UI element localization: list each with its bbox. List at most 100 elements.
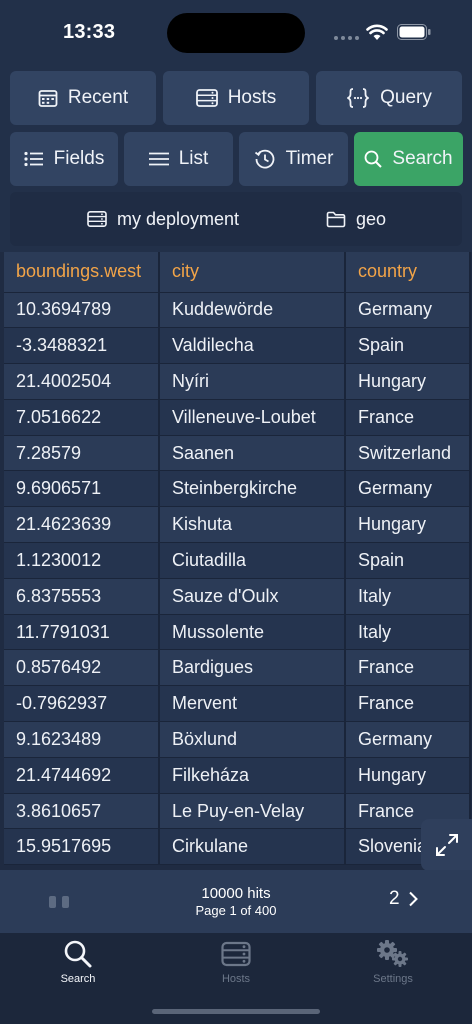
braces-icon <box>347 88 369 108</box>
column-header[interactable]: city <box>159 252 346 293</box>
table-cell: Germany <box>345 470 471 508</box>
table-cell: France <box>345 649 471 687</box>
table-cell: Italy <box>345 578 471 615</box>
table-row[interactable]: 21.4623639 Kishuta Hungary <box>4 506 471 544</box>
table-cell: Mussolente <box>159 614 346 651</box>
table-cell: 1.1230012 <box>4 542 160 579</box>
fields-label: Fields <box>53 148 105 169</box>
status-bar: 13:33 <box>0 0 472 64</box>
table-row[interactable]: 9.6906571 Steinbergkirche Germany <box>4 470 471 508</box>
table-cell: 15.9517695 <box>4 828 160 866</box>
table-cell: 3.8610657 <box>4 793 160 830</box>
timer-label: Timer <box>285 148 334 169</box>
table-cell: -0.7962937 <box>4 685 160 723</box>
hosts-button[interactable]: Hosts <box>163 71 309 125</box>
deployment-selector[interactable]: my deployment <box>87 192 239 246</box>
table-cell: Bardigues <box>159 649 346 687</box>
index-selector[interactable]: geo <box>326 192 386 246</box>
tab-search[interactable]: Search <box>18 939 138 985</box>
recent-button[interactable]: Recent <box>10 71 156 125</box>
query-label: Query <box>380 87 432 108</box>
table-header-row: boundings.west city country <box>4 252 471 293</box>
status-time: 13:33 <box>63 21 116 43</box>
expand-icon <box>435 834 458 856</box>
tab-search-label: Search <box>60 973 96 985</box>
tab-settings-label: Settings <box>373 973 413 985</box>
search-button[interactable]: Search <box>354 132 463 186</box>
menu-icon <box>148 152 169 166</box>
next-page-button[interactable]: 2 <box>389 888 418 910</box>
table-cell: Villeneuve-Loubet <box>159 399 346 436</box>
table-row[interactable]: -3.3488321 Valdilecha Spain <box>4 327 471 365</box>
table-row[interactable]: 11.7791031 Mussolente Italy <box>4 614 471 651</box>
table-cell: Cirkulane <box>159 828 346 866</box>
table-cell: 21.4744692 <box>4 757 160 794</box>
list-button[interactable]: List <box>124 132 233 186</box>
table-row[interactable]: 0.8576492 Bardigues France <box>4 649 471 687</box>
table-row[interactable]: 7.28579 Saanen Switzerland <box>4 435 471 472</box>
chevron-right-icon <box>408 891 418 907</box>
table-cell: 21.4002504 <box>4 363 160 400</box>
index-name: geo <box>356 208 387 229</box>
table-row[interactable]: 21.4002504 Nyíri Hungary <box>4 363 471 400</box>
results-table: boundings.west city country 10.3694789 Ku… <box>0 252 472 870</box>
table-cell: France <box>345 399 471 436</box>
table-row[interactable]: 21.4744692 Filkeháza Hungary <box>4 757 471 794</box>
hosts-label: Hosts <box>227 87 277 108</box>
table-row[interactable]: 1.1230012 Ciutadilla Spain <box>4 542 471 579</box>
server-icon <box>221 941 251 967</box>
timer-button[interactable]: Timer <box>239 132 348 186</box>
table-row[interactable]: 15.9517695 Cirkulane Slovenia <box>4 828 471 866</box>
next-page-number: 2 <box>389 888 400 909</box>
tab-hosts-label: Hosts <box>221 973 251 985</box>
table-row[interactable]: 7.0516622 Villeneuve-Loubet France <box>4 399 471 436</box>
server-icon <box>195 89 218 107</box>
table-cell: Switzerland <box>345 435 471 472</box>
table-cell: Germany <box>345 721 471 758</box>
gears-icon <box>377 940 408 967</box>
fields-button[interactable]: Fields <box>10 132 118 186</box>
history-icon <box>254 149 274 169</box>
folder-icon <box>326 211 346 227</box>
table-cell: Hungary <box>345 506 471 544</box>
table-row[interactable]: 3.8610657 Le Puy-en-Velay France <box>4 793 471 830</box>
table-cell: 10.3694789 <box>4 292 160 329</box>
table-cell: Saanen <box>159 435 346 472</box>
query-button[interactable]: Query <box>316 71 462 125</box>
tab-hosts[interactable]: Hosts <box>176 939 296 985</box>
search-icon <box>364 150 383 168</box>
table-cell: 9.6906571 <box>4 470 160 508</box>
table-cell: Italy <box>345 614 471 651</box>
table-cell: 21.4623639 <box>4 506 160 544</box>
expand-button[interactable] <box>421 819 472 871</box>
dynamic-island <box>167 13 305 53</box>
list-icon <box>24 151 43 167</box>
table-cell: 7.0516622 <box>4 399 160 436</box>
table-row[interactable]: -0.7962937 Mervent France <box>4 685 471 723</box>
table-cell: Mervent <box>159 685 346 723</box>
table-row[interactable]: 10.3694789 Kuddewörde Germany <box>4 292 471 329</box>
table-cell: Hungary <box>345 757 471 794</box>
table-cell: Germany <box>345 292 471 329</box>
table-cell: Sauze d'Oulx <box>159 578 346 615</box>
column-header[interactable]: boundings.west <box>4 252 160 293</box>
server-icon <box>87 210 107 228</box>
table-cell: Spain <box>345 542 471 579</box>
home-indicator <box>152 1009 320 1014</box>
list-label: List <box>178 148 209 169</box>
tab-settings[interactable]: Settings <box>333 939 453 985</box>
table-cell: Kuddewörde <box>159 292 346 329</box>
battery-icon <box>397 24 431 40</box>
table-cell: Hungary <box>345 363 471 400</box>
table-cell: France <box>345 685 471 723</box>
table-row[interactable]: 9.1623489 Böxlund Germany <box>4 721 471 758</box>
table-cell: Böxlund <box>159 721 346 758</box>
search-icon <box>64 940 92 968</box>
table-cell: 9.1623489 <box>4 721 160 758</box>
column-header[interactable]: country <box>345 252 471 293</box>
table-cell: 0.8576492 <box>4 649 160 687</box>
table-cell: Le Puy-en-Velay <box>159 793 346 830</box>
deployment-name: my deployment <box>117 208 240 229</box>
table-row[interactable]: 6.8375553 Sauze d'Oulx Italy <box>4 578 471 615</box>
table-cell: -3.3488321 <box>4 327 160 365</box>
